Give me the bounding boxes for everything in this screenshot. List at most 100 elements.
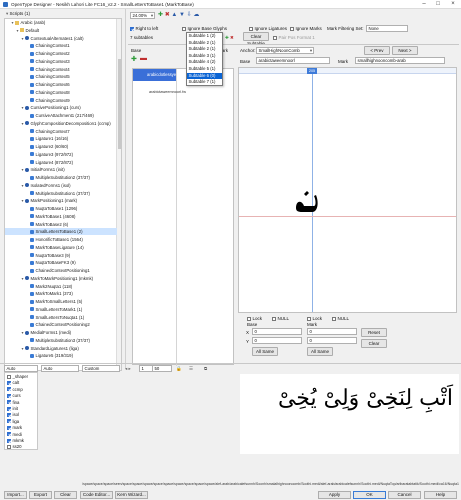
checkbox-icon[interactable]	[290, 26, 294, 31]
tree-item[interactable]: ChainingContext2	[5, 50, 117, 57]
tree-item[interactable]: MarkToSmallLetters1 (5)	[5, 298, 117, 305]
export-button[interactable]: Export	[29, 491, 52, 499]
checkbox-icon[interactable]	[307, 316, 311, 321]
tree-item[interactable]: Ligature4 (872/872)	[5, 159, 117, 166]
tree-item[interactable]: ▾ Arabic (arab)	[5, 19, 117, 26]
cancel-button[interactable]: Cancel	[388, 491, 421, 499]
checkbox-icon[interactable]	[7, 425, 11, 430]
clear-anchor-button[interactable]: Clear	[361, 339, 387, 348]
zoom-select[interactable]: 24.00% ▾	[130, 12, 155, 19]
base-lock[interactable]: Lock	[247, 316, 262, 321]
feature-item[interactable]: medi	[7, 432, 22, 438]
checkbox-icon[interactable]	[7, 438, 11, 443]
language-select[interactable]: Auto	[41, 365, 79, 372]
text-mode-select[interactable]: Custom	[82, 365, 120, 372]
base-x-input[interactable]: 0	[252, 328, 302, 335]
code-editor-button[interactable]: Code Editor...	[80, 491, 113, 499]
tree-item[interactable]: ChainingContext9	[5, 97, 117, 104]
tree-item[interactable]: ▾ CursivePositioning1 (curs)	[5, 104, 117, 111]
tree-item[interactable]: SmallLettersToMark1 (1)	[5, 306, 117, 313]
tree-item[interactable]: ChainingContext8	[5, 89, 117, 96]
ignore-marks-flag[interactable]: Ignore Marks	[290, 26, 322, 31]
mark-x-input[interactable]: 0	[307, 328, 357, 335]
tree-item[interactable]: ▾ StandardLigatures1 (liga)	[5, 345, 117, 352]
subtable-option[interactable]: Subtable 1 (2)	[187, 33, 222, 40]
checkbox-icon[interactable]	[7, 406, 11, 411]
checkbox-icon[interactable]	[7, 400, 11, 405]
mark-glyph-field[interactable]: smallhighnooncomb-arab	[355, 57, 445, 64]
tree-item[interactable]: ▾ Default	[5, 27, 117, 34]
tree-item[interactable]: MarkToBase1 (4608)	[5, 213, 117, 220]
feature-item[interactable]: _shaper	[7, 374, 28, 380]
tree-item[interactable]: SmallLettersToNuqta1 (1)	[5, 314, 117, 321]
tree-item[interactable]: NuqtaToBase1 (1296)	[5, 205, 117, 212]
base-null[interactable]: NULL	[272, 316, 289, 321]
tree-item[interactable]: CursiveAttachment1 (217/469)	[5, 112, 117, 119]
checkbox-icon[interactable]	[7, 412, 11, 417]
tree-item[interactable]: ChainedContextPositioning2	[5, 321, 117, 328]
mark-filtering-set-select[interactable]: None	[366, 25, 408, 32]
feature-item[interactable]: mkmk	[7, 438, 24, 444]
tree-item[interactable]: ChainingContext7	[5, 128, 117, 135]
ignore-base-flag[interactable]: Ignore Base Glyphs	[182, 26, 227, 31]
splitter[interactable]	[125, 9, 126, 369]
pair-pos-format-flag[interactable]: Pair Pos Format 1	[273, 35, 315, 40]
move-up-icon[interactable]: ▲	[171, 12, 177, 18]
checkbox-icon[interactable]	[7, 393, 11, 398]
tree-item[interactable]: Ligature3 (972/972)	[5, 151, 117, 158]
checkbox-icon[interactable]	[182, 26, 186, 31]
feature-item[interactable]: fina	[7, 400, 19, 406]
subtable-option[interactable]: Subtable 6 (0)	[187, 72, 222, 80]
tree-item[interactable]: ▾ MedialForms1 (medi)	[5, 329, 117, 336]
font-size-arrows[interactable]: ◂ ▸	[125, 366, 131, 372]
close-button[interactable]: ×	[446, 0, 460, 9]
feature-item[interactable]: isol	[7, 412, 19, 418]
feature-item[interactable]: liga	[7, 419, 19, 425]
feature-item[interactable]: init	[7, 406, 18, 412]
checkbox-icon[interactable]	[7, 380, 11, 385]
settings-text-icon[interactable]: ☰	[189, 366, 193, 372]
base-y-input[interactable]: 0	[252, 337, 302, 344]
cloud-icon[interactable]: ☁	[193, 12, 199, 18]
ignore-ligatures-flag[interactable]: Ignore Ligatures	[249, 26, 287, 31]
mark-null[interactable]: NULL	[332, 316, 349, 321]
mark-lock[interactable]: Lock	[307, 316, 322, 321]
checkbox-icon[interactable]	[7, 432, 11, 437]
copy-text-icon[interactable]: ⧉	[204, 366, 207, 371]
checkbox-icon[interactable]	[272, 316, 276, 321]
feature-tree[interactable]: ▾ Arabic (arab) ▾ Default ▾ ContextualAlterna…	[4, 18, 122, 371]
tree-item[interactable]: MarkToMark1 (373)	[5, 290, 117, 297]
maximize-button[interactable]: □	[431, 0, 445, 9]
selected-base-cell[interactable]: arabicdotlessyeh	[133, 69, 178, 81]
import-button[interactable]: Import...	[4, 491, 27, 499]
checkbox-icon[interactable]	[130, 26, 134, 31]
add-icon[interactable]: ✚	[158, 12, 163, 18]
add-subtable-icon[interactable]: ✚	[225, 35, 229, 40]
script-select[interactable]: Auto	[4, 365, 38, 372]
checkbox-icon[interactable]	[273, 35, 277, 40]
mark-all-same-button[interactable]: All Same	[307, 347, 333, 356]
help-button[interactable]: Help	[424, 491, 457, 499]
subtable-option[interactable]: Subtable 7 (1)	[187, 79, 222, 86]
scrollbar-thumb[interactable]	[118, 59, 121, 149]
tree-item[interactable]: MultipleSubstitution3 (37/37)	[5, 337, 117, 344]
delete-icon[interactable]: ✖	[165, 12, 170, 18]
delete-subtable-icon[interactable]: ✖	[230, 35, 234, 40]
remove-base-icon[interactable]: ▬	[140, 55, 147, 62]
subtable-option[interactable]: Subtable 3 (1)	[187, 53, 222, 60]
subtable-dropdown[interactable]: Subtable 1 (2) Subtable 2 (1) Subtable 2 (…	[186, 32, 223, 86]
tree-item[interactable]: ▾ MarkToMarkPositioning1 (mkmk)	[5, 275, 117, 282]
anchor-select[interactable]: SmallHighNoonComb ▾	[256, 47, 314, 54]
tree-item[interactable]: Ligature5 (319/319)	[5, 352, 117, 359]
subtable-option[interactable]: Subtable 2 (1)	[187, 40, 222, 47]
apply-button[interactable]: Apply	[318, 491, 351, 499]
feature-item[interactable]: ss20	[7, 444, 22, 450]
checkbox-icon[interactable]	[7, 387, 11, 392]
base-all-same-button[interactable]: All Same	[252, 347, 278, 356]
tree-item[interactable]: ▾ IsolatedForms1 (isol)	[5, 182, 117, 189]
tree-item[interactable]: Ligature1 (16/16)	[5, 135, 117, 142]
tree-item[interactable]: MultipleSubstitution1 (37/37)	[5, 190, 117, 197]
rtl-flag[interactable]: Right to left	[130, 26, 158, 31]
lock-text-icon[interactable]: 🔒	[176, 366, 182, 372]
minimize-button[interactable]: –	[417, 0, 431, 9]
